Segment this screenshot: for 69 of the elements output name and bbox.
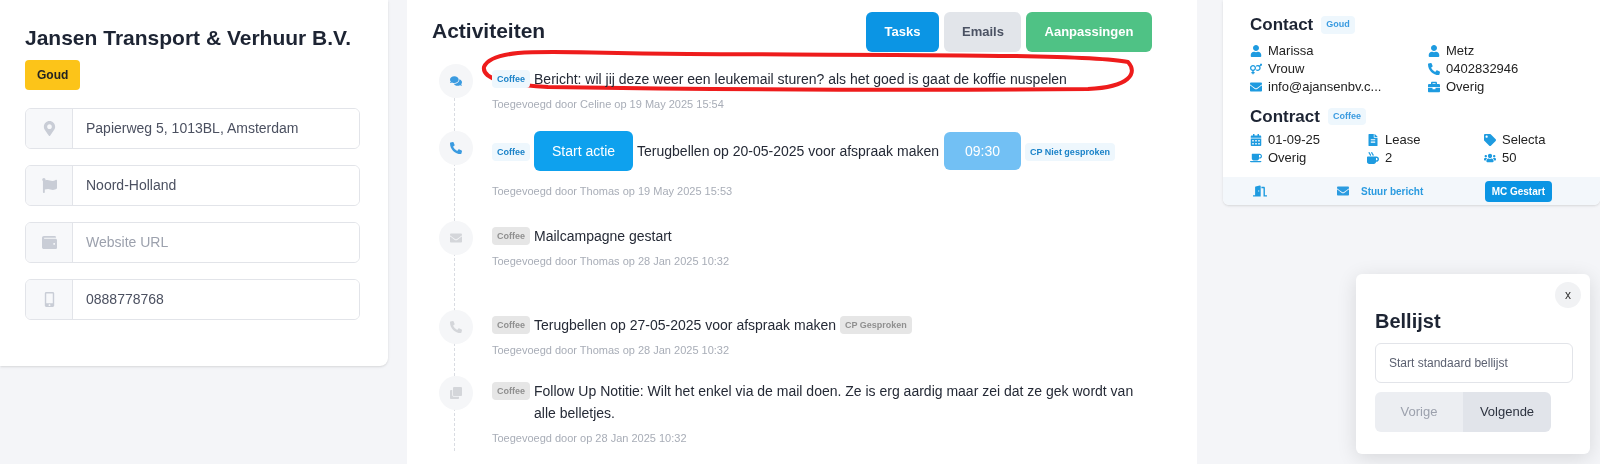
wallet-icon <box>41 234 57 250</box>
activity-text: Mailcampagne gestart <box>534 227 672 246</box>
document-icon <box>1367 134 1379 146</box>
info-text: 50 <box>1502 149 1517 168</box>
info-text: Overig <box>1446 77 1485 96</box>
activity-meta: Toegevoegd door op 28 Jan 2025 10:32 <box>492 431 688 446</box>
tab-button[interactable]: Tasks <box>866 12 939 52</box>
info-text: 2 <box>1385 149 1393 168</box>
activity-meta: Toegevoegd door Thomas op 19 May 2025 15:53 <box>492 183 734 199</box>
category-tag: Coffee <box>492 227 530 245</box>
person-icon <box>1428 44 1440 57</box>
location-pin-icon <box>41 120 57 136</box>
info-text: Vrouw <box>1268 59 1305 78</box>
company-name: Jansen Transport & Verhuur B.V. <box>25 25 352 51</box>
category-tag: Coffee <box>492 142 530 161</box>
activity-meta: Toegevoegd door Thomas op 28 Jan 2025 10:32 <box>492 254 731 269</box>
status-badge: MC Gestart <box>1484 180 1552 202</box>
section-title: Contact <box>1250 14 1314 36</box>
info-text: Marissa <box>1268 41 1314 60</box>
tab-button[interactable]: Emails <box>944 12 1021 52</box>
section-title: Contract <box>1250 105 1320 128</box>
phone-icon <box>1428 62 1440 75</box>
tier-badge: Goud <box>25 59 81 90</box>
input-field[interactable]: Noord-Holland <box>25 164 360 206</box>
info-text: info@ajansenbv.c... <box>1268 77 1382 96</box>
popup-title: Bellijst <box>1375 309 1442 334</box>
activity-text: Follow Up Notitie: Wilt het enkel via de mail doen. Ze is erg aardig maar zei dat ze gek wordt van alle belletjes. <box>534 382 1134 423</box>
status-tag: CP Niet gesproken <box>1025 142 1115 161</box>
envelope-icon <box>1337 185 1349 197</box>
panel-title: Activiteiten <box>432 18 546 44</box>
note-icon <box>450 387 462 399</box>
info-text: 0402832946 <box>1446 59 1519 78</box>
input-field[interactable]: Start standaard bellijst <box>1375 343 1573 383</box>
people-icon <box>1484 152 1496 164</box>
info-text: Lease <box>1385 131 1421 150</box>
activity-meta: Toegevoegd door Celine op 19 May 2025 15:54 <box>492 97 725 112</box>
chat-icon <box>450 75 462 87</box>
input-field[interactable]: Website URL <box>25 221 360 263</box>
calendar-icon <box>1250 134 1262 146</box>
activity-meta: Toegevoegd door Thomas op 28 Jan 2025 10:32 <box>492 342 731 358</box>
phone-icon <box>450 320 462 333</box>
activity-text: Terugbellen op 20-05-2025 voor afspraak maken <box>637 141 940 161</box>
door-icon[interactable] <box>1253 184 1267 198</box>
tag-icon <box>1484 134 1496 146</box>
briefcase-icon <box>1428 80 1440 93</box>
close-button[interactable]: x <box>1555 282 1581 308</box>
category-tag: Coffee <box>492 382 530 400</box>
activity-text: Terugbellen op 27-05-2025 voor afspraak maken <box>534 315 836 335</box>
info-text: 01-09-25 <box>1268 131 1321 150</box>
info-text: Overig <box>1268 149 1307 168</box>
info-text: Metz <box>1446 41 1475 60</box>
info-text: Selecta <box>1502 131 1546 150</box>
person-icon <box>1250 44 1262 57</box>
coffee-cup-icon <box>1250 152 1262 164</box>
nav-button[interactable]: Volgende <box>1463 392 1551 432</box>
envelope-icon <box>450 232 462 244</box>
mug-icon <box>1367 152 1379 164</box>
activity-text: Bericht: wil jij deze weer een leukemail sturen? als het goed is gaat de koffie nuspelen <box>534 70 1067 89</box>
input-field[interactable]: 0888778768 <box>25 278 360 320</box>
status-tag: CP Gesproken <box>840 315 912 334</box>
category-tag: Coffee <box>492 70 530 88</box>
section-badge: Coffee <box>1327 107 1366 125</box>
phone-icon <box>450 141 462 154</box>
category-tag: Coffee <box>492 315 530 334</box>
section-badge: Goud <box>1321 16 1355 34</box>
flag-icon <box>41 177 57 193</box>
gender-icon <box>1250 62 1262 75</box>
input-field[interactable]: Papierweg 5, 1013BL, Amsterdam <box>25 107 360 149</box>
envelope-icon <box>1250 80 1262 93</box>
